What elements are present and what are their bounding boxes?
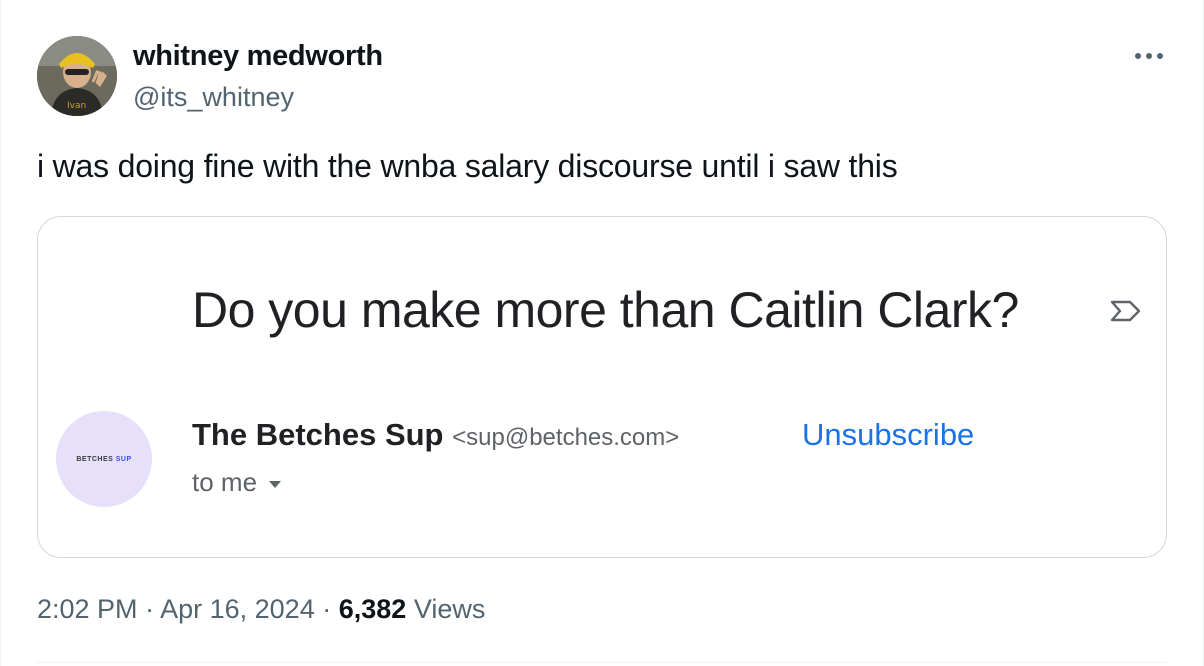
recipient-line: to me (192, 467, 282, 498)
more-dot (1146, 53, 1152, 59)
author-display-name[interactable]: whitney medworth (133, 40, 383, 73)
author-avatar[interactable]: Ivan (37, 36, 117, 116)
more-dot (1135, 53, 1141, 59)
sender-name: The Betches Sup (192, 417, 444, 452)
chevron-down-icon (269, 480, 282, 488)
tweet-text: i was doing fine with the wnba salary di… (37, 148, 898, 184)
separator: · (145, 594, 155, 624)
sender-avatar-logo: BETCHES SUP (76, 455, 132, 463)
views-label: Views (413, 594, 486, 624)
unsubscribe-link: Unsubscribe (802, 417, 975, 452)
attached-image[interactable]: Do you make more than Caitlin Clark? BET… (37, 216, 1167, 558)
views-count: 6,382 (338, 594, 407, 624)
more-horizontal-icon[interactable] (1129, 44, 1169, 68)
importance-marker-icon (1110, 300, 1141, 322)
sender-avatar: BETCHES SUP (56, 411, 152, 507)
sender-line: The Betches Sup <sup@betches.com> (192, 417, 679, 453)
tweet: Ivan whitney medworth @its_whitney i was… (0, 0, 1204, 666)
separator: · (322, 594, 332, 624)
recipient-label: to me (192, 467, 258, 497)
tweet-time[interactable]: 2:02 PM (37, 594, 138, 624)
author-photo: Ivan (37, 36, 117, 116)
more-dot (1157, 53, 1163, 59)
author-handle[interactable]: @its_whitney (133, 82, 294, 113)
divider (37, 662, 1167, 663)
tweet-date[interactable]: Apr 16, 2024 (160, 594, 315, 624)
email-subject: Do you make more than Caitlin Clark? (192, 282, 1019, 338)
tweet-meta: 2:02 PM · Apr 16, 2024 · 6,382 Views (37, 594, 485, 625)
svg-text:Ivan: Ivan (67, 101, 86, 111)
sender-email: <sup@betches.com> (452, 424, 680, 451)
